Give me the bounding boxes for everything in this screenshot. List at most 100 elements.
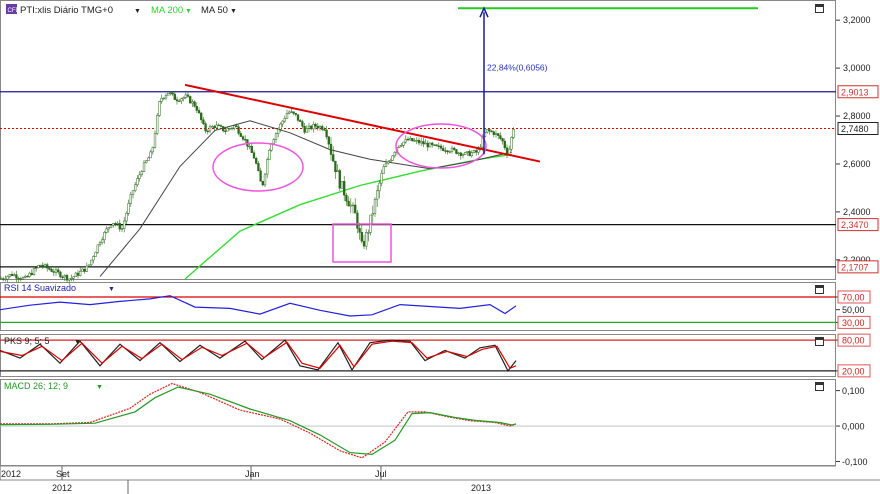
candle-body xyxy=(101,239,104,243)
candle-body xyxy=(134,184,137,191)
candle-body xyxy=(153,133,157,148)
candle-body xyxy=(48,267,51,270)
candle-body xyxy=(213,126,216,129)
candle-body xyxy=(43,264,47,267)
candle-body xyxy=(439,145,443,149)
pks-panel xyxy=(0,334,836,377)
candle-body xyxy=(453,147,456,150)
candle-body xyxy=(219,125,223,127)
rsi-legend[interactable]: RSI 14 Suavizado xyxy=(4,283,76,293)
candle-body xyxy=(470,152,473,157)
candle-body xyxy=(360,232,363,242)
candle-body xyxy=(87,264,91,267)
candle-body xyxy=(244,139,247,141)
candle-body xyxy=(96,244,99,253)
candle-body xyxy=(417,139,421,144)
candle-body xyxy=(206,130,209,133)
candle-body xyxy=(63,275,66,278)
candle xyxy=(81,268,84,272)
candle-body xyxy=(125,213,128,222)
candle-body xyxy=(30,272,33,275)
ma200-menu-arrow[interactable]: ▼ xyxy=(185,8,192,15)
candle-body xyxy=(450,147,454,152)
candle-body xyxy=(400,145,403,147)
candle-body xyxy=(118,223,121,230)
candle-body xyxy=(477,149,480,153)
candle-body xyxy=(230,127,234,130)
candle-body xyxy=(497,133,500,136)
candle-body xyxy=(503,140,506,149)
candle-body xyxy=(327,136,330,145)
symbol-menu-arrow[interactable]: ▼ xyxy=(134,8,141,15)
candle-body xyxy=(402,141,405,146)
candle-body xyxy=(349,204,352,207)
price-tick-label: 3,2000 xyxy=(843,15,871,25)
indicator-tick-label: 70,00 xyxy=(842,292,865,302)
candle xyxy=(369,214,372,236)
candle-body xyxy=(149,151,152,159)
candle-body xyxy=(310,125,313,130)
candle-body xyxy=(356,212,359,229)
candle-body xyxy=(109,225,113,228)
candle-body xyxy=(343,181,346,196)
macd-menu-arrow[interactable]: ▼ xyxy=(96,384,103,391)
candle-body xyxy=(263,173,267,186)
candle-body xyxy=(41,264,44,267)
candle-body xyxy=(74,272,77,278)
candle-body xyxy=(162,97,165,100)
price-label-text: 2,3470 xyxy=(841,220,869,230)
candle-body xyxy=(255,158,258,164)
candle-body xyxy=(332,154,335,162)
candle xyxy=(268,148,271,161)
candle-body xyxy=(72,276,75,279)
candle-body xyxy=(164,94,168,99)
candle-body xyxy=(24,275,27,278)
price-label: 2,9013 xyxy=(837,85,879,99)
candle-body xyxy=(378,182,381,191)
ma200-legend[interactable]: MA 200 xyxy=(151,5,183,16)
candle-body xyxy=(59,271,62,278)
candle-body xyxy=(354,204,357,214)
pks-menu-arrow[interactable]: ▼ xyxy=(74,339,81,346)
candle-body xyxy=(468,151,471,157)
candle-body xyxy=(180,98,183,102)
candle-body xyxy=(175,99,179,102)
candle-body xyxy=(83,268,86,272)
candle xyxy=(340,181,344,189)
rsi-menu-arrow[interactable]: ▼ xyxy=(108,286,115,293)
candle-body xyxy=(323,129,326,131)
candle-body xyxy=(182,97,185,100)
candle-body xyxy=(189,96,192,104)
candle-body xyxy=(57,269,60,273)
candle xyxy=(433,144,436,146)
candle-body xyxy=(107,227,110,230)
rsi-panel xyxy=(0,282,836,331)
candle-body xyxy=(490,130,493,133)
candle-body xyxy=(420,141,423,144)
ma50-menu-arrow[interactable]: ▼ xyxy=(230,8,237,15)
candle-body xyxy=(307,125,311,129)
candle-body xyxy=(241,136,245,140)
candle-body xyxy=(294,113,297,115)
macd-legend[interactable]: MACD 26; 12; 9 xyxy=(4,381,68,391)
candle-body xyxy=(371,213,374,216)
candle-body xyxy=(283,118,286,122)
pks-legend[interactable]: PKS 9; 5; 5 xyxy=(4,336,50,346)
candle-body xyxy=(235,125,238,128)
candle-body xyxy=(442,148,445,151)
candle-body xyxy=(444,150,447,152)
candle-body xyxy=(92,256,95,261)
candle-body xyxy=(281,120,284,125)
stock-chart: 22,84%(0,6056) 3,2000 3,0000 2,8000 2,6000 2… xyxy=(0,0,880,494)
candle-body xyxy=(329,143,333,155)
ma50-legend[interactable]: MA 50 xyxy=(201,5,228,16)
candle-body xyxy=(290,111,293,113)
symbol-title[interactable]: PTI:xlis Diário TMG+0 xyxy=(20,5,113,16)
indicator-tick-label: 20,00 xyxy=(842,366,865,376)
candle-body xyxy=(475,150,478,153)
month-label: Jul xyxy=(375,469,387,479)
candle-body xyxy=(296,114,300,121)
candle-body xyxy=(202,119,205,124)
indicator-tick-label: 0,100 xyxy=(842,386,865,396)
candle-body xyxy=(512,129,515,138)
